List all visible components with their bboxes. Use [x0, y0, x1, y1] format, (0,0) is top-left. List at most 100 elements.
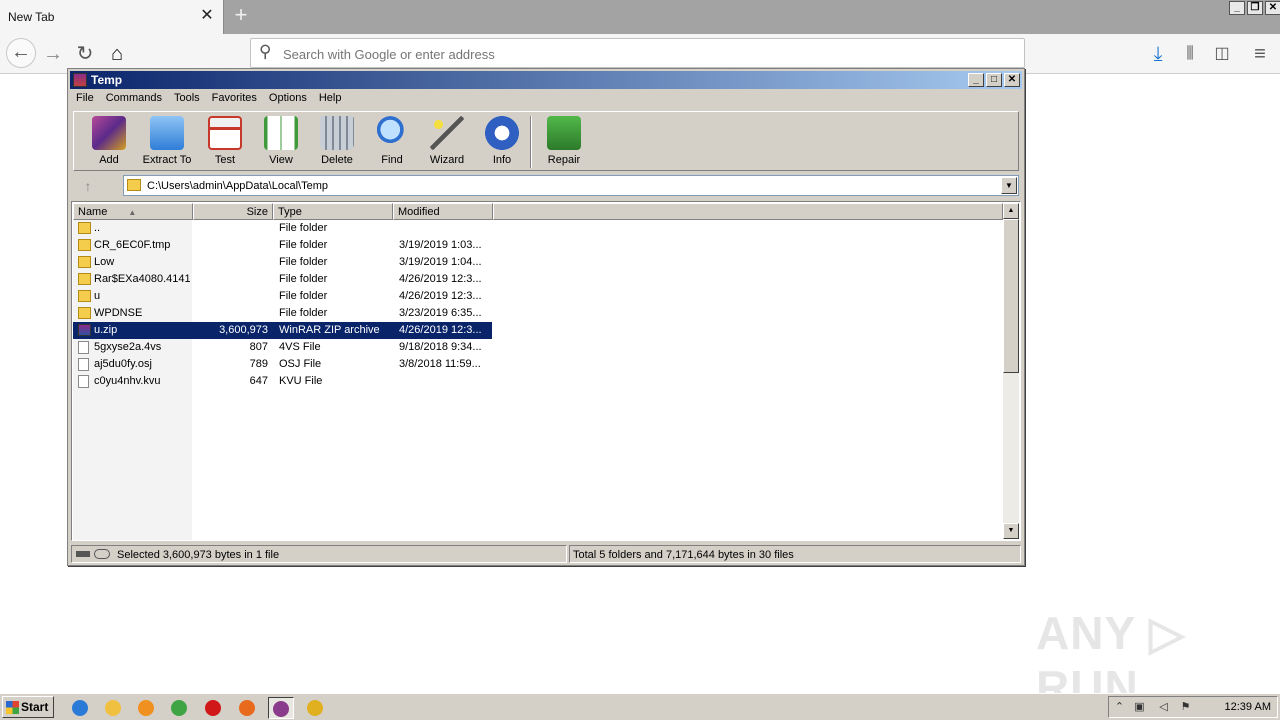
action-center-flag-icon[interactable]: ⚑: [1179, 701, 1192, 714]
scroll-thumb[interactable]: [1003, 219, 1019, 373]
info-button[interactable]: Info: [473, 116, 531, 168]
column-header-type[interactable]: Type: [273, 203, 393, 220]
folder-icon: [78, 256, 91, 268]
status-selection-text: Selected 3,600,973 bytes in 1 file: [117, 549, 280, 561]
media-player-icon[interactable]: [133, 697, 159, 719]
file-row[interactable]: u.zip 3,600,973 WinRAR ZIP archive 4/26/201…: [73, 322, 492, 339]
reload-icon[interactable]: ↻: [72, 41, 98, 67]
network-icon[interactable]: ▣: [1133, 701, 1146, 714]
url-bar[interactable]: ⚲: [250, 38, 1025, 68]
add-button[interactable]: Add: [80, 116, 138, 168]
file-name: ..: [94, 222, 101, 234]
volume-icon[interactable]: ◁: [1157, 701, 1170, 714]
file-row[interactable]: Low File folder 3/19/2019 1:04...: [73, 254, 1003, 271]
key-icon: [94, 549, 110, 559]
file-size: 789: [249, 358, 268, 370]
winrar-icon[interactable]: [268, 697, 294, 719]
file-name: Low: [94, 256, 115, 268]
view-button[interactable]: View: [252, 116, 310, 168]
explorer-folder-icon[interactable]: [100, 697, 126, 719]
test-button[interactable]: Test: [196, 116, 254, 168]
column-header-name[interactable]: Name ▲: [73, 203, 193, 220]
file-row[interactable]: WPDNSE File folder 3/23/2019 6:35...: [73, 305, 1003, 322]
file-rows: .. File folder CR_6EC0F.tmp File folder 3/19…: [73, 220, 1003, 390]
folder-icon: [127, 179, 141, 191]
file-row[interactable]: .. File folder: [73, 220, 1003, 237]
file-row[interactable]: u File folder 4/26/2019 12:3...: [73, 288, 1003, 305]
menu-file[interactable]: File: [70, 90, 100, 108]
opera-icon[interactable]: [200, 697, 226, 719]
chrome-canary-icon[interactable]: [302, 697, 328, 719]
drive-icon: [76, 551, 90, 557]
menu-tools[interactable]: Tools: [168, 90, 206, 108]
scroll-down-icon[interactable]: ▼: [1003, 523, 1019, 539]
forward-icon[interactable]: →: [40, 41, 66, 67]
file-list[interactable]: Name ▲ Size Type Modified .. File folder C…: [71, 201, 1021, 541]
file-type: File folder: [279, 256, 328, 268]
delete-button[interactable]: Delete: [308, 116, 366, 168]
path-combobox[interactable]: C:\Users\admin\AppData\Local\Temp ▼: [123, 175, 1019, 196]
tab-new-tab[interactable]: New Tab ✕: [0, 0, 224, 34]
url-input[interactable]: [283, 45, 983, 63]
column-header-modified[interactable]: Modified: [393, 203, 493, 220]
file-type: KVU File: [279, 375, 323, 387]
file-name: c0yu4nhv.kvu: [94, 375, 161, 387]
file-type: File folder: [279, 290, 328, 302]
close-button[interactable]: ✕: [1265, 1, 1280, 15]
trash-icon: [320, 116, 354, 150]
library-icon[interactable]: ⫼: [1177, 41, 1203, 67]
wand-icon: [430, 116, 464, 150]
chevron-down-icon[interactable]: ▼: [1001, 177, 1017, 194]
find-button[interactable]: Find: [363, 116, 421, 168]
downloads-icon[interactable]: ⤓: [1145, 41, 1171, 67]
status-panel-right: Total 5 folders and 7,171,644 bytes in 3…: [569, 545, 1021, 563]
tab-close-icon[interactable]: ✕: [199, 7, 215, 25]
menu-favorites[interactable]: Favorites: [206, 90, 263, 108]
browser-tab-strip: New Tab ✕ + _ ❐ ✕: [0, 0, 1280, 34]
internet-explorer-icon[interactable]: [67, 697, 93, 719]
scroll-up-icon[interactable]: ▲: [1003, 203, 1019, 219]
vertical-scrollbar[interactable]: ▲ ▼: [1003, 203, 1019, 539]
file-row[interactable]: aj5du0fy.osj 789 OSJ File 3/8/2018 11:59...: [73, 356, 1003, 373]
search-icon: ⚲: [259, 42, 272, 61]
clock[interactable]: 12:39 AM: [1225, 701, 1271, 713]
repair-button[interactable]: Repair: [535, 116, 593, 168]
column-header-size[interactable]: Size: [193, 203, 273, 220]
minimize-button[interactable]: _: [1229, 1, 1245, 15]
winrar-maximize-button[interactable]: □: [986, 73, 1002, 87]
menu-icon[interactable]: ≡: [1247, 41, 1273, 67]
wizard-button[interactable]: Wizard: [418, 116, 476, 168]
up-folder-icon[interactable]: ↑: [75, 177, 101, 195]
sidebar-icon[interactable]: ◫: [1209, 41, 1235, 67]
start-button[interactable]: Start: [2, 696, 54, 718]
show-hidden-icons-icon[interactable]: ⌃: [1113, 701, 1126, 714]
file-row[interactable]: Rar$EXa4080.4141 File folder 4/26/2019 12:…: [73, 271, 1003, 288]
home-icon[interactable]: ⌂: [104, 41, 130, 67]
folder-icon: [78, 307, 91, 319]
repair-kit-icon: [547, 116, 581, 150]
extract-to-button[interactable]: Extract To: [138, 116, 196, 168]
file-row[interactable]: c0yu4nhv.kvu 647 KVU File: [73, 373, 1003, 390]
windows-flag-icon: [6, 701, 19, 714]
winrar-titlebar[interactable]: Temp _ □ ✕: [70, 71, 1022, 89]
menu-help[interactable]: Help: [313, 90, 348, 108]
back-icon[interactable]: ←: [6, 38, 36, 68]
tab-title: New Tab: [8, 10, 55, 24]
folder-icon: [78, 273, 91, 285]
new-tab-button[interactable]: +: [230, 4, 252, 28]
file-type: File folder: [279, 239, 328, 251]
firefox-icon[interactable]: [234, 697, 260, 719]
file-row[interactable]: CR_6EC0F.tmp File folder 3/19/2019 1:03...: [73, 237, 1003, 254]
restore-button[interactable]: ❐: [1247, 1, 1263, 15]
file-type: File folder: [279, 273, 328, 285]
winrar-close-button[interactable]: ✕: [1004, 73, 1020, 87]
file-type: WinRAR ZIP archive: [279, 324, 380, 336]
address-row: ↑ C:\Users\admin\AppData\Local\Temp ▼: [73, 175, 1019, 197]
menu-commands[interactable]: Commands: [100, 90, 168, 108]
chrome-icon[interactable]: [166, 697, 192, 719]
menu-options[interactable]: Options: [263, 90, 313, 108]
taskbar: Start ⌃ ▣ ◁ ⚑ 12:39 AM: [0, 693, 1280, 720]
zip-archive-icon: [78, 324, 91, 336]
file-row[interactable]: 5gxyse2a.4vs 807 4VS File 9/18/2018 9:34...: [73, 339, 1003, 356]
winrar-minimize-button[interactable]: _: [968, 73, 984, 87]
